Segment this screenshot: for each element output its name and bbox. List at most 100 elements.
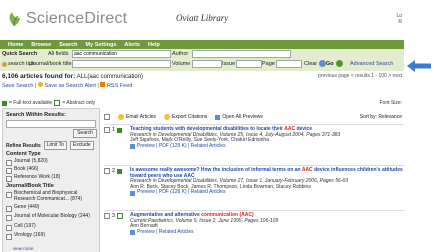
exclude-button[interactable]: Exclude — [69, 141, 94, 150]
search-within-input[interactable] — [6, 120, 96, 128]
divider — [104, 165, 404, 166]
quick-search-title: Quick Search — [2, 51, 38, 57]
help-icon — [2, 61, 7, 67]
email-articles-button[interactable]: Email Articles — [118, 114, 156, 120]
checkbox[interactable] — [6, 224, 12, 231]
nav-home[interactable]: Home — [8, 42, 23, 48]
result-links[interactable]: Preview | PDF (129 K) | Related Articles — [130, 143, 404, 150]
volume-label: Volume — [172, 61, 191, 67]
facet-journal[interactable]: Journal (5,820) — [6, 158, 98, 166]
facet-book[interactable]: Book (466) — [6, 166, 98, 174]
full-text-icon — [117, 127, 123, 133]
page-label: Page — [262, 61, 275, 67]
checkbox[interactable] — [6, 191, 12, 198]
view-more-link[interactable]: view more — [13, 246, 34, 251]
register-link[interactable]: R — [396, 19, 402, 25]
checkbox[interactable] — [6, 233, 12, 240]
facet-label: Virology (169) — [14, 232, 46, 238]
checkbox[interactable] — [6, 175, 12, 182]
result-item: 1 Teaching students with developmental d… — [104, 126, 404, 165]
advanced-search-link[interactable]: Advanced Search — [350, 61, 393, 67]
corner-links[interactable]: Lo R — [396, 13, 402, 25]
results-count: 6,106 articles found for: — [2, 73, 76, 80]
result-checkbox[interactable] — [104, 213, 110, 219]
go-label: Go — [326, 60, 334, 67]
pager[interactable]: previous page < results 1 - 100 > next — [318, 73, 402, 79]
nav-alerts[interactable]: Alerts — [124, 42, 140, 48]
divider — [104, 210, 404, 211]
facet-gene[interactable]: Gene (449) — [6, 204, 98, 212]
facet-label: Reference Work (18) — [14, 174, 61, 180]
nav-my-settings[interactable]: My Settings — [86, 42, 117, 48]
export-citations-button[interactable]: Export Citations — [164, 114, 207, 120]
font-size-control[interactable]: Font Size: — [379, 100, 402, 106]
nav-help[interactable]: Help — [148, 42, 160, 48]
result-checkbox[interactable] — [104, 127, 110, 133]
facet-virology[interactable]: Virology (169) — [6, 232, 98, 240]
refine-panel: Search Within Results: Search Refine Res… — [2, 108, 100, 252]
abstract-only-icon — [117, 213, 124, 219]
go-button[interactable]: Go — [326, 60, 343, 67]
email-label: Email Articles — [126, 114, 157, 120]
facet-label: Journal (5,820) — [14, 158, 48, 164]
export-label: Export Citations — [172, 114, 208, 120]
checkbox[interactable] — [6, 159, 12, 166]
limit-to-button[interactable]: Limit To — [43, 141, 67, 150]
facet-label: Book (466) — [14, 166, 39, 172]
rss-link[interactable]: RSS Feed — [107, 83, 132, 89]
facet-bbrc[interactable]: Biochemical and Biophysical Research Com… — [6, 190, 98, 202]
clear-button[interactable]: Clear — [304, 60, 327, 67]
all-fields-input[interactable] — [72, 50, 171, 58]
result-links-text[interactable]: Preview | Related Articles — [137, 229, 194, 236]
quick-search-panel: Quick Search All fields Author search ti… — [0, 49, 404, 71]
result-links[interactable]: Preview | Related Articles — [130, 229, 404, 236]
result-checkbox[interactable] — [104, 168, 110, 174]
pointer-arrow-icon — [407, 60, 431, 72]
summary-links: Save Search | Save as Search Alert | RSS… — [2, 82, 133, 89]
save-search-link[interactable]: Save Search — [2, 83, 34, 89]
nav-browse[interactable]: Browse — [31, 42, 51, 48]
page-input[interactable] — [276, 60, 302, 68]
author-input[interactable] — [192, 50, 291, 58]
save-alert-link[interactable]: Save as Search Alert — [45, 83, 96, 89]
divider — [104, 124, 404, 125]
search-within-button[interactable]: Search — [73, 129, 97, 138]
leaf-logo-icon — [9, 12, 20, 27]
result-links-text[interactable]: Preview | PDF (128 K) | Related Articles — [137, 190, 225, 196]
rss-icon — [100, 82, 106, 87]
preview-icon — [215, 114, 221, 120]
issue-input[interactable] — [236, 60, 262, 68]
open-previews-button[interactable]: Open All Previews — [215, 114, 263, 120]
preview-icon — [130, 230, 135, 236]
checkbox[interactable] — [6, 167, 12, 174]
alert-icon — [38, 82, 43, 87]
full-text-legend: = Full-text available — [9, 100, 53, 106]
sciencedirect-logo[interactable]: ScienceDirect — [6, 10, 127, 28]
checkbox[interactable] — [6, 214, 12, 221]
logo-text: ScienceDirect — [26, 10, 128, 27]
result-body: Augmentative and alternative communicati… — [130, 212, 404, 236]
facet-label: Biochemical and Biophysical Research Com… — [14, 190, 83, 202]
checkbox[interactable] — [6, 205, 12, 212]
full-text-icon — [2, 100, 7, 106]
open-previews-label: Open All Previews — [222, 114, 263, 120]
facet-reference-work[interactable]: Reference Work (18) — [6, 174, 98, 182]
result-number: 2 — [104, 168, 123, 174]
result-links-text[interactable]: Preview | PDF (129 K) | Related Articles — [137, 143, 225, 150]
browser-frame: ScienceDirect Oviatt Library Lo R Home B… — [0, 0, 404, 252]
sort-by-control[interactable]: Sort by: Relevance — [360, 114, 402, 120]
main-nav: Home Browse Search My Settings Alerts He… — [0, 40, 404, 49]
results-summary: 6,106 articles found for: ALL(aac commun… — [2, 73, 143, 80]
facet-cell[interactable]: Cell (197) — [6, 223, 98, 231]
journal-title-label: Journal/book title — [30, 61, 72, 67]
select-all-checkbox[interactable] — [104, 114, 110, 120]
volume-input[interactable] — [192, 60, 222, 68]
abstract-legend: = Abstract only — [62, 100, 96, 106]
refine-label: Refine Results — [6, 142, 41, 149]
result-links[interactable]: Preview | PDF (128 K) | Related Articles — [130, 190, 404, 196]
result-body: Teaching students with developmental dis… — [130, 126, 404, 150]
journal-title-input[interactable] — [72, 60, 171, 68]
facet-label: Journal of Molecular Biology (244) — [14, 213, 90, 219]
facet-jmb[interactable]: Journal of Molecular Biology (244) — [6, 213, 98, 221]
nav-search[interactable]: Search — [59, 42, 77, 48]
